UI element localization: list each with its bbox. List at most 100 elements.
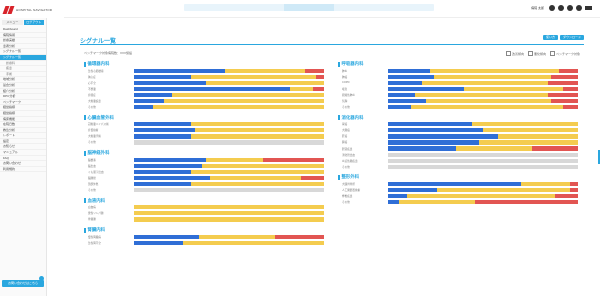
logo-text: HOSPITAL NAVIGATOR: [16, 8, 53, 12]
signal-row[interactable]: 脳梗塞: [84, 157, 332, 162]
signal-row[interactable]: 不整脈: [84, 86, 332, 91]
signal-row[interactable]: 悪性リンパ腫: [84, 211, 332, 216]
stacked-bar: [388, 146, 578, 151]
department-group: 呼吸器内科 肺炎 肺癌 COPD 喘息 間質性肺炎 気胸 その他: [338, 60, 586, 110]
signal-row[interactable]: 胆道疾患: [338, 146, 586, 151]
group-title-label: 整形外科: [341, 174, 360, 180]
signal-row[interactable]: 脳出血: [84, 163, 332, 168]
stacked-bar: [388, 74, 578, 79]
bar-segment-blue: [388, 98, 426, 104]
signal-row[interactable]: 骨髄腫: [84, 217, 332, 222]
signal-row[interactable]: その他: [84, 104, 332, 110]
bar-segment-yellow: [399, 200, 476, 205]
bar-segment-red: [475, 200, 578, 205]
signal-row[interactable]: 大動脈疾患: [84, 98, 332, 104]
how-to-button[interactable]: 使い方: [542, 35, 558, 40]
bar-segment-yellow: [191, 181, 324, 187]
signal-row[interactable]: その他: [338, 200, 586, 205]
signal-row[interactable]: 間質性肺炎: [338, 92, 586, 97]
sidebar-tab-logout[interactable]: ログアウト: [23, 20, 44, 25]
signal-row[interactable]: 肺炎: [338, 68, 586, 73]
signal-row[interactable]: 胃癌: [338, 122, 586, 127]
settings-icon[interactable]: [558, 5, 564, 11]
group-title-label: 脳神経外科: [87, 150, 110, 156]
group-title: 消化器内科: [338, 114, 586, 122]
signal-row[interactable]: 冠動脈バイパス術: [84, 122, 332, 127]
signal-row[interactable]: 肺癌: [338, 74, 586, 79]
signal-row[interactable]: 心不全: [84, 80, 332, 85]
checkbox-icon[interactable]: [549, 51, 555, 56]
signal-row[interactable]: 急性腎不全: [84, 240, 332, 245]
signal-row[interactable]: 気胸: [338, 98, 586, 104]
header-icons: 病院 太郎: [531, 5, 592, 11]
header-divider: [64, 17, 600, 18]
user-icon[interactable]: [549, 5, 555, 11]
header: 病院 太郎: [64, 0, 600, 18]
bar-segment-blue: [388, 187, 438, 193]
row-label: 冠動脈バイパス術: [88, 123, 109, 127]
signal-row[interactable]: 白血病: [84, 205, 332, 210]
signal-row[interactable]: 狭心症: [84, 74, 332, 79]
signal-row[interactable]: 肝癌: [338, 134, 586, 139]
bar-segment-blue: [388, 104, 411, 110]
signal-row[interactable]: 脳腫瘍: [84, 175, 332, 180]
signal-row[interactable]: 慢性腎臓病: [84, 234, 332, 239]
legend-item[interactable]: ベンチマーク対象: [549, 51, 580, 56]
signal-row[interactable]: 喘息: [338, 86, 586, 91]
signal-row[interactable]: 大動脈手術: [84, 134, 332, 139]
group-title-label: 腎臓内科: [87, 227, 106, 232]
signal-row[interactable]: その他: [338, 104, 586, 110]
help-icon[interactable]: [567, 5, 573, 11]
bar-segment-yellow: [183, 240, 324, 245]
sidebar-tabs: メニュー ログアウト: [0, 18, 46, 27]
signal-row[interactable]: 人工関節置換術: [338, 187, 586, 193]
stacked-bar: [134, 122, 324, 127]
signal-row[interactable]: 炎症性腸疾患: [338, 158, 586, 163]
checkbox-icon[interactable]: [527, 51, 533, 56]
stacked-bar: [388, 122, 578, 127]
signal-row[interactable]: 弁置換術: [84, 128, 332, 133]
signal-row[interactable]: その他: [338, 164, 586, 169]
signal-row[interactable]: COPD: [338, 80, 586, 85]
bar-segment-blue: [134, 163, 203, 168]
signal-row[interactable]: 頭部外傷: [84, 181, 332, 187]
row-label: 大動脈疾患: [88, 99, 101, 103]
bar-segment-yellow: [456, 146, 533, 151]
stacked-bar: [388, 200, 578, 205]
logout-icon[interactable]: [585, 6, 592, 10]
bar-segment-red: [304, 68, 324, 73]
bar-segment-yellow: [521, 181, 571, 187]
title-marker: [84, 115, 86, 121]
signal-row[interactable]: 急性心筋梗塞: [84, 68, 332, 73]
legend-item[interactable]: 改善傾向: [505, 51, 524, 56]
sidebar-tab-menu[interactable]: メニュー: [2, 20, 23, 25]
logo[interactable]: HOSPITAL NAVIGATOR: [2, 4, 64, 16]
signal-row[interactable]: 大腿骨骨折: [338, 181, 586, 187]
legend-item[interactable]: 悪化傾向: [527, 51, 546, 56]
signal-row[interactable]: その他: [84, 140, 332, 145]
signal-row[interactable]: その他: [84, 187, 332, 193]
bar-segment-blue: [134, 169, 191, 174]
bar-segment-red: [562, 104, 578, 110]
bar-segment-yellow: [471, 122, 578, 127]
row-label: 急性腎不全: [88, 241, 101, 245]
contact-button[interactable]: お問い合わせはこちら: [2, 280, 44, 287]
sidebar-item[interactable]: 利用規約: [0, 167, 46, 173]
group-title: 心臓血管外科: [84, 114, 332, 122]
stacked-bar: [134, 240, 324, 245]
bar-segment-yellow: [206, 80, 324, 85]
signal-row[interactable]: 消化管出血: [338, 152, 586, 157]
bar-segment-yellow: [191, 134, 324, 139]
row-label: COPD: [342, 81, 350, 85]
main-content: シグナル一覧 使い方 ダウンロード ベンチマーク対象病院数：XXX施設 改善傾向…: [72, 32, 592, 296]
group-title: 呼吸器内科: [338, 60, 586, 68]
signal-row[interactable]: 膵癌: [338, 140, 586, 145]
checkbox-icon[interactable]: [505, 51, 511, 56]
signal-row[interactable]: 弁膜症: [84, 92, 332, 97]
signal-row[interactable]: くも膜下出血: [84, 169, 332, 174]
notification-icon[interactable]: [576, 5, 582, 11]
bar-segment-yellow: [464, 86, 563, 91]
signal-row[interactable]: 脊椎疾患: [338, 194, 586, 199]
download-button[interactable]: ダウンロード: [559, 35, 584, 40]
signal-row[interactable]: 大腸癌: [338, 128, 586, 133]
